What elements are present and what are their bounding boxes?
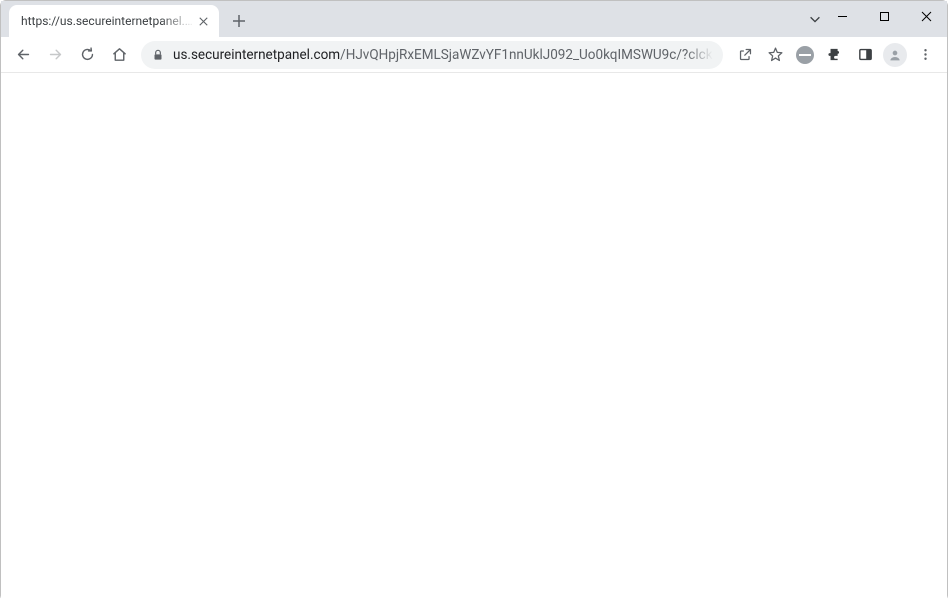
close-window-button[interactable]: [905, 1, 947, 31]
close-icon: [199, 17, 208, 26]
person-icon: [887, 47, 903, 63]
url-host: us.secureinternetpanel.com: [173, 47, 340, 63]
forward-button[interactable]: [41, 41, 69, 69]
new-tab-button[interactable]: [225, 7, 253, 35]
puzzle-icon: [827, 46, 844, 63]
back-button[interactable]: [9, 41, 37, 69]
home-button[interactable]: [105, 41, 133, 69]
tab-close-button[interactable]: [195, 13, 211, 29]
arrow-left-icon: [15, 46, 32, 63]
maximize-button[interactable]: [863, 1, 905, 31]
share-button[interactable]: [731, 41, 759, 69]
tab-title: https://us.secureinternetpanel.co: [21, 14, 195, 28]
blocked-extension-button[interactable]: [791, 41, 819, 69]
extensions-button[interactable]: [821, 41, 849, 69]
lock-icon: [151, 48, 165, 62]
bookmark-button[interactable]: [761, 41, 789, 69]
maximize-icon: [879, 11, 890, 22]
profile-button[interactable]: [881, 41, 909, 69]
arrow-right-icon: [47, 46, 64, 63]
blocked-icon: [796, 46, 814, 64]
plus-icon: [232, 14, 246, 28]
url-text: us.secureinternetpanel.com/HJvQHpjRxEMLS…: [173, 47, 713, 63]
share-icon: [737, 46, 754, 63]
reload-icon: [79, 46, 96, 63]
browser-tab[interactable]: https://us.secureinternetpanel.co: [9, 5, 219, 37]
side-panel-button[interactable]: [851, 41, 879, 69]
side-panel-icon: [857, 46, 874, 63]
address-bar[interactable]: us.secureinternetpanel.com/HJvQHpjRxEMLS…: [141, 41, 723, 69]
toolbar: us.secureinternetpanel.com/HJvQHpjRxEMLS…: [1, 37, 947, 73]
avatar: [883, 43, 907, 67]
close-icon: [921, 11, 932, 22]
toolbar-actions: [731, 41, 939, 69]
window-controls: [821, 1, 947, 31]
url-path: /HJvQHpjRxEMLSjaWZvYF1nnUklJ092_Uo0kqIMS…: [340, 47, 713, 63]
home-icon: [111, 46, 128, 63]
star-icon: [767, 46, 784, 63]
minimize-icon: [837, 11, 848, 22]
minimize-button[interactable]: [821, 1, 863, 31]
chevron-down-icon: [808, 12, 822, 26]
reload-button[interactable]: [73, 41, 101, 69]
kebab-icon: [917, 46, 934, 63]
page-content: [1, 73, 947, 602]
menu-button[interactable]: [911, 41, 939, 69]
titlebar: https://us.secureinternetpanel.co: [1, 1, 947, 37]
